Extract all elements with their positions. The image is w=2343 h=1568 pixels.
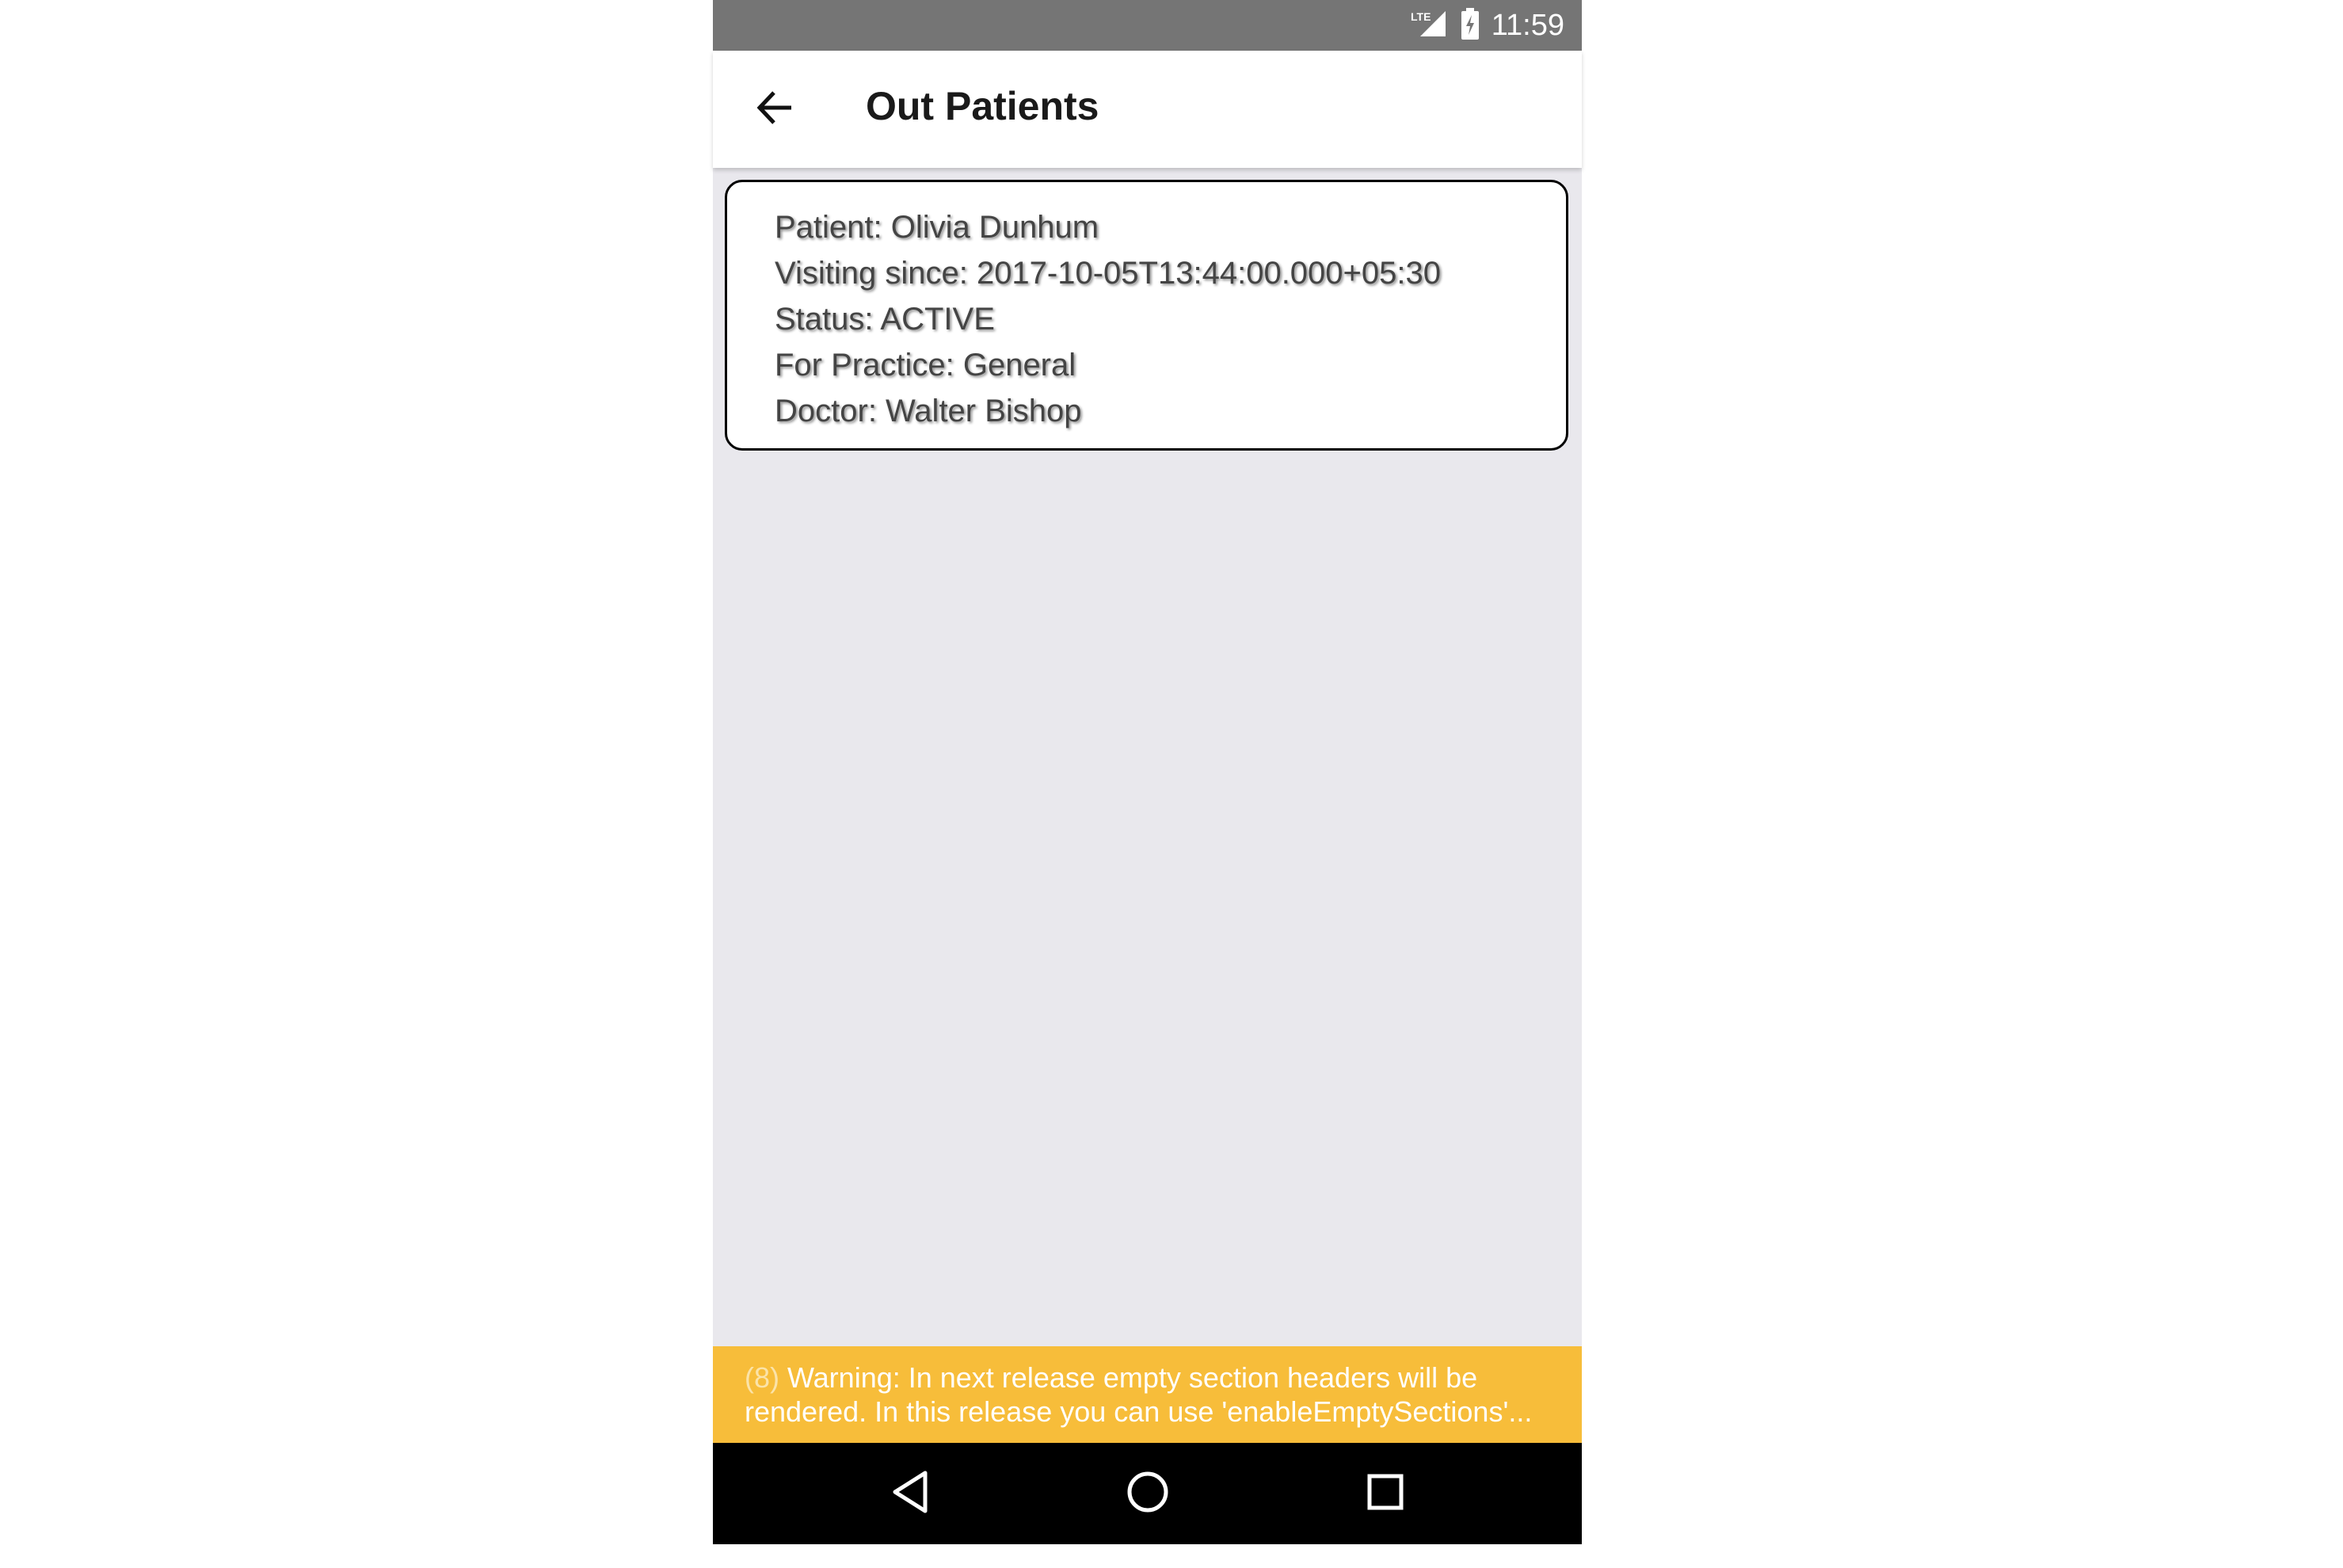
back-button[interactable] xyxy=(745,79,805,139)
nav-home-button[interactable] xyxy=(1116,1462,1179,1525)
app-bar: Out Patients xyxy=(713,51,1582,168)
warning-banner[interactable]: (8) Warning: In next release empty secti… xyxy=(713,1346,1582,1443)
nav-recents-button[interactable] xyxy=(1354,1462,1417,1525)
recents-square-icon xyxy=(1366,1472,1405,1516)
visiting-since: Visiting since: 2017-10-05T13:44:00.000+… xyxy=(775,256,1441,291)
arrow-left-icon xyxy=(755,88,794,131)
phone-screen: LTE 11:59 Out Patients Patient: Olivia D… xyxy=(713,0,1582,1544)
warning-message: Warning: In next release empty section h… xyxy=(745,1361,1533,1428)
status-time: 11:59 xyxy=(1491,8,1564,42)
nav-back-button[interactable] xyxy=(878,1462,942,1525)
navigation-bar xyxy=(713,1443,1582,1544)
lte-signal-icon: LTE xyxy=(1411,8,1449,44)
status-bar: LTE 11:59 xyxy=(713,0,1582,51)
status-icons: LTE 11:59 xyxy=(1411,0,1564,51)
battery-charging-icon xyxy=(1460,7,1480,44)
practice: For Practice: General xyxy=(775,348,1076,382)
patient-status: Status: ACTIVE xyxy=(775,302,995,337)
network-label: LTE xyxy=(1411,10,1431,23)
back-triangle-icon xyxy=(890,1470,930,1518)
home-circle-icon xyxy=(1126,1470,1170,1518)
doctor: Doctor: Walter Bishop xyxy=(775,394,1082,428)
warning-count: (8) xyxy=(745,1361,779,1394)
patient-name: Patient: Olivia Dunhum xyxy=(775,210,1099,245)
patient-card[interactable]: Patient: Olivia Dunhum Visiting since: 2… xyxy=(725,180,1568,451)
page-title: Out Patients xyxy=(866,84,1099,128)
